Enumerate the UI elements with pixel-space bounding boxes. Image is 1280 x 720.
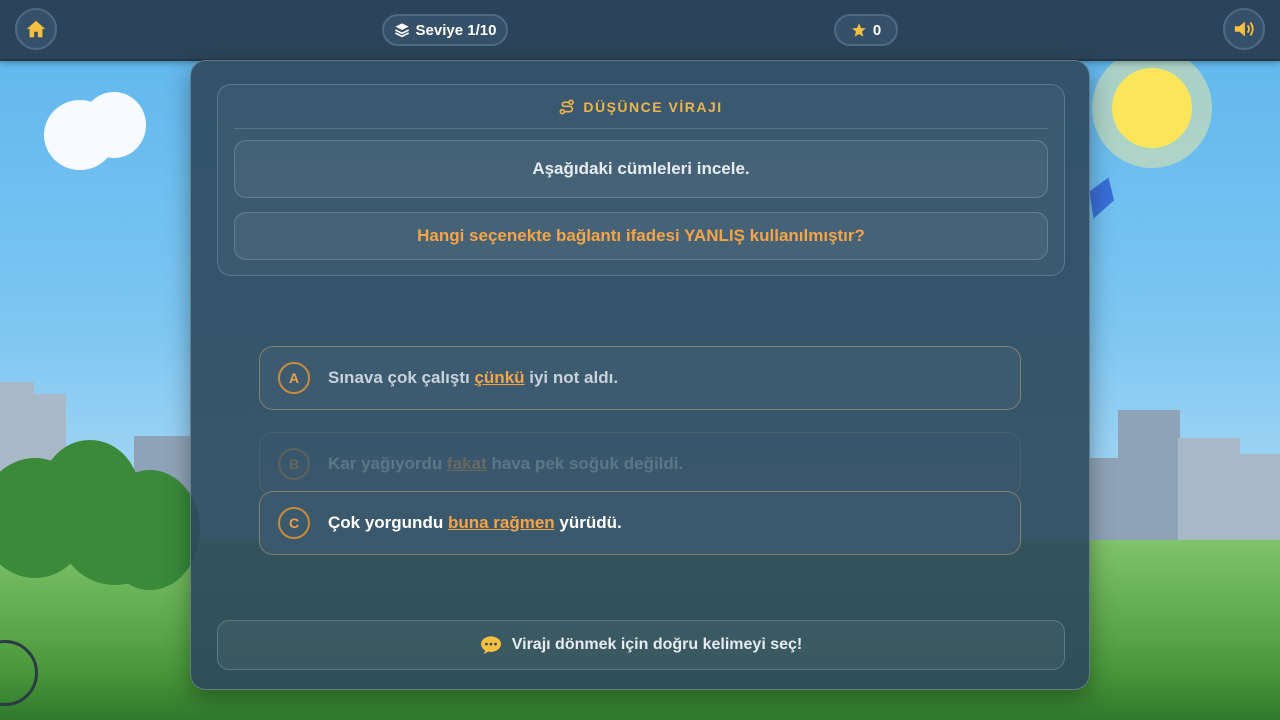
- option-text: Çok yorgundu buna rağmen yürüdü.: [328, 513, 622, 532]
- top-bar: Seviye 1/10 0: [0, 0, 1280, 61]
- option-text: Sınava çok çalıştı çünkü iyi not aldı.: [328, 368, 619, 387]
- hint-text: Virajı dönmek için doğru kelimeyi seç!: [511, 636, 803, 653]
- question-panel: DÜŞÜNCE VİRAJI Aşağıdaki cümleleri incel…: [190, 60, 1090, 690]
- level-indicator: Seviye 1/10: [382, 14, 508, 46]
- connector-word: buna rağmen: [447, 513, 555, 532]
- level-label: Seviye 1/10: [415, 21, 497, 39]
- building: [1090, 458, 1120, 542]
- bush: [100, 470, 200, 590]
- connector-word: fakat: [447, 454, 487, 473]
- speaker-icon: [1234, 21, 1254, 37]
- layers-icon: [394, 23, 409, 38]
- option-c-button[interactable]: C Çok yorgundu buna rağmen yürüdü.: [259, 491, 1021, 555]
- building: [1178, 438, 1240, 542]
- star-icon: [852, 23, 866, 37]
- home-button[interactable]: [15, 8, 57, 50]
- building: [1118, 410, 1180, 542]
- home-icon: [26, 20, 46, 38]
- question-prompt: Hangi seçenekte bağlantı ifadesi YANLIŞ …: [234, 212, 1048, 260]
- option-a-button[interactable]: A Sınava çok çalıştı çünkü iyi not aldı.: [259, 346, 1021, 410]
- option-letter: B: [278, 448, 310, 480]
- route-icon: [559, 99, 575, 114]
- instruction-text: Aşağıdaki cümleleri incele.: [234, 140, 1048, 198]
- hint-bar: Virajı dönmek için doğru kelimeyi seç!: [217, 620, 1065, 670]
- section-title: DÜŞÜNCE VİRAJI: [583, 98, 723, 115]
- option-letter: A: [278, 362, 310, 394]
- cloud: [82, 92, 146, 158]
- connector-word: çünkü: [474, 368, 525, 387]
- score-indicator: 0: [834, 14, 898, 46]
- option-letter: C: [278, 507, 310, 539]
- option-text: Kar yağıyordu fakat hava pek soğuk değil…: [328, 454, 684, 473]
- speech-bubble-icon: [480, 636, 501, 655]
- question-box: DÜŞÜNCE VİRAJI Aşağıdaki cümleleri incel…: [217, 84, 1065, 276]
- sound-button[interactable]: [1223, 8, 1265, 50]
- sun: [1112, 68, 1192, 148]
- section-header: DÜŞÜNCE VİRAJI: [234, 85, 1048, 129]
- option-b-button[interactable]: B Kar yağıyordu fakat hava pek soğuk değ…: [259, 432, 1021, 496]
- score-value: 0: [872, 21, 882, 39]
- building: [1238, 454, 1280, 542]
